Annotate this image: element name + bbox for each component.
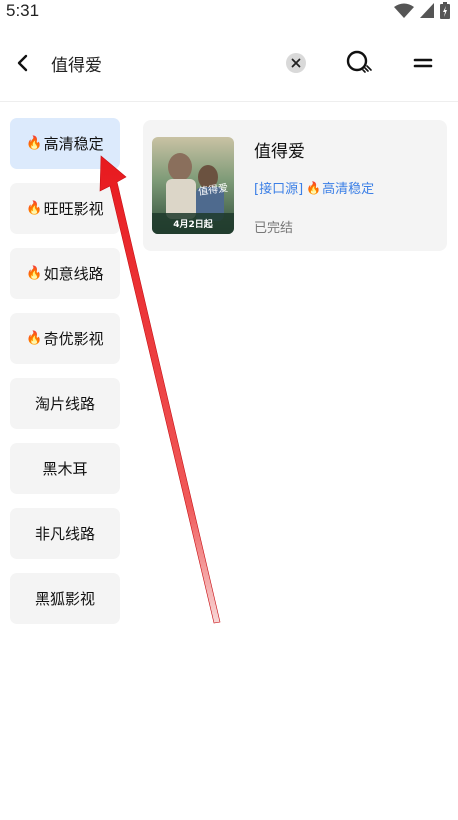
source-label: 黑木耳	[42, 460, 88, 478]
toolbar-divider	[0, 101, 458, 102]
fire-icon: 🔥	[306, 180, 322, 195]
back-button[interactable]	[10, 49, 36, 77]
source-item-5[interactable]: 黑木耳	[10, 443, 120, 494]
result-status: 已完结	[254, 221, 294, 236]
status-icons	[394, 2, 450, 19]
status-bar: 5:31	[0, 0, 458, 24]
chevron-left-icon	[17, 54, 28, 72]
result-card[interactable]: 值得爱 4月2日起 值得爱 [接口源] 🔥 高清稳定 已完结	[143, 120, 447, 251]
status-time: 5:31	[6, 1, 40, 20]
source-item-4[interactable]: 淘片线路	[10, 378, 120, 429]
battery-icon	[440, 2, 450, 19]
poster-image: 值得爱 4月2日起	[152, 137, 234, 234]
result-title: 值得爱	[254, 142, 305, 162]
signal-icon	[420, 3, 434, 18]
source-item-6[interactable]: 非凡线路	[10, 508, 120, 559]
wifi-icon	[394, 3, 414, 18]
source-item-3[interactable]: 🔥 奇优影视	[10, 313, 120, 364]
search-button[interactable]	[344, 49, 376, 79]
source-item-0[interactable]: 🔥 高清稳定	[10, 118, 120, 169]
source-item-7[interactable]: 黑狐影视	[10, 573, 120, 624]
search-toolbar: 值得爱	[0, 40, 458, 86]
source-tag: [接口源]	[254, 182, 304, 197]
result-source: [接口源] 🔥 高清稳定	[254, 178, 375, 198]
search-icon	[346, 50, 372, 73]
source-item-2[interactable]: 🔥 如意线路	[10, 248, 120, 299]
clear-search-button[interactable]	[286, 53, 306, 73]
source-label: 旺旺影视	[43, 200, 104, 218]
fire-icon: 🔥	[26, 201, 43, 216]
source-item-1[interactable]: 🔥 旺旺影视	[10, 183, 120, 234]
source-label: 非凡线路	[34, 525, 95, 543]
close-icon	[291, 58, 301, 68]
fire-icon: 🔥	[26, 331, 43, 346]
fire-icon: 🔥	[26, 136, 43, 151]
menu-button[interactable]	[410, 52, 436, 74]
source-label: 奇优影视	[43, 330, 104, 348]
source-name: 高清稳定	[322, 182, 375, 197]
menu-icon	[413, 58, 433, 68]
source-label: 淘片线路	[34, 395, 95, 413]
source-label: 黑狐影视	[34, 590, 95, 608]
poster-caption: 4月2日起	[173, 220, 213, 230]
source-label: 如意线路	[43, 265, 104, 283]
source-label: 高清稳定	[43, 135, 104, 153]
fire-icon: 🔥	[26, 266, 43, 281]
search-input[interactable]: 值得爱	[51, 51, 102, 76]
